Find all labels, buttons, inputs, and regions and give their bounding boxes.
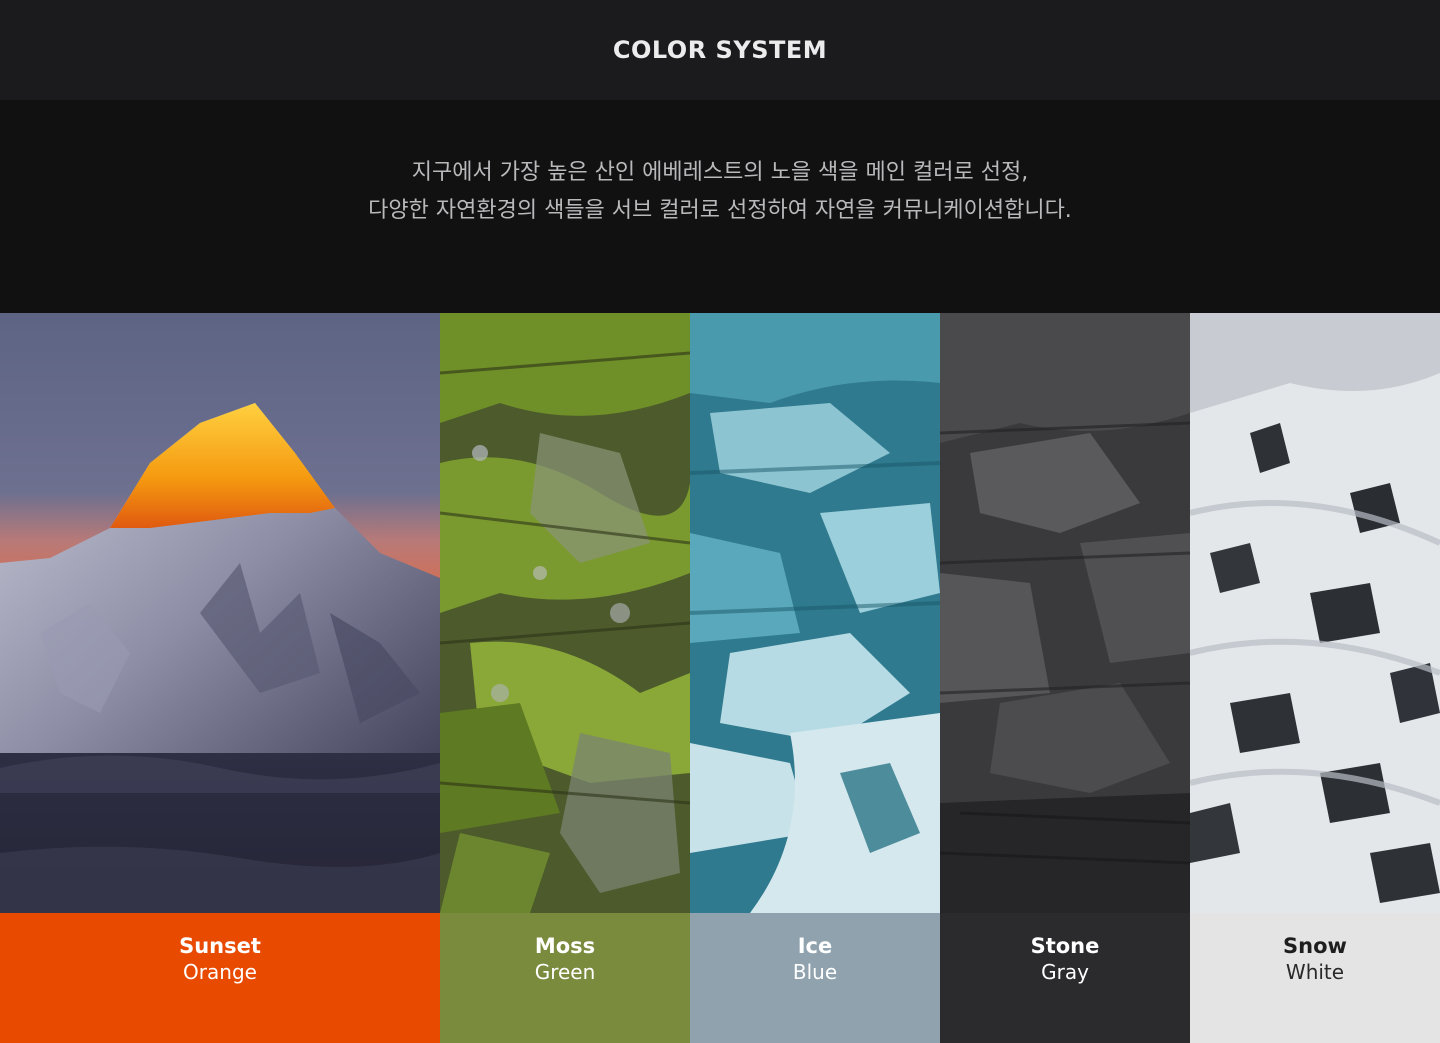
moss-rock-photo — [440, 313, 690, 913]
swatch-name: Sunset — [179, 934, 261, 958]
swatch-name: Ice — [797, 934, 833, 958]
swatch-label-sunset: Sunset Orange — [0, 913, 440, 1043]
swatch-color-name: Gray — [1041, 960, 1089, 984]
swatch-name: Stone — [1030, 934, 1100, 958]
swatch-name: Moss — [534, 934, 596, 958]
color-swatches: Sunset Orange Moss Green Ice Blue Stone … — [0, 313, 1440, 1043]
intro-line-1: 지구에서 가장 높은 산인 에베레스트의 노을 색을 메인 컬러로 선정, — [411, 159, 1029, 185]
swatch-color-name: Orange — [183, 960, 257, 984]
swatch-color-name: Blue — [792, 960, 838, 984]
swatch-label-ice: Ice Blue — [690, 913, 940, 1043]
mountain-sunset-photo — [0, 313, 440, 913]
swatch-name: Snow — [1283, 934, 1347, 958]
swatch-color-name: Green — [534, 960, 596, 984]
swatch-stone: Stone Gray — [940, 313, 1190, 1043]
swatch-label-moss: Moss Green — [440, 913, 690, 1043]
intro-line-2: 다양한 자연환경의 색들을 서브 컬러로 선정하여 자연을 커뮤니케이션합니다. — [368, 197, 1072, 223]
swatch-moss: Moss Green — [440, 313, 690, 1043]
dark-rock-photo — [940, 313, 1190, 913]
swatch-ice: Ice Blue — [690, 313, 940, 1043]
swatch-label-snow: Snow White — [1190, 913, 1440, 1043]
swatch-label-stone: Stone Gray — [940, 913, 1190, 1043]
swatch-snow: Snow White — [1190, 313, 1440, 1043]
snow-slope-photo — [1190, 313, 1440, 913]
swatch-sunset: Sunset Orange — [0, 313, 440, 1043]
page-header: COLOR SYSTEM — [0, 0, 1440, 100]
glacier-ice-photo — [690, 313, 940, 913]
swatch-color-name: White — [1285, 960, 1345, 984]
intro-section: 지구에서 가장 높은 산인 에베레스트의 노을 색을 메인 컬러로 선정, 다양… — [0, 100, 1440, 313]
page-title: COLOR SYSTEM — [612, 36, 828, 64]
